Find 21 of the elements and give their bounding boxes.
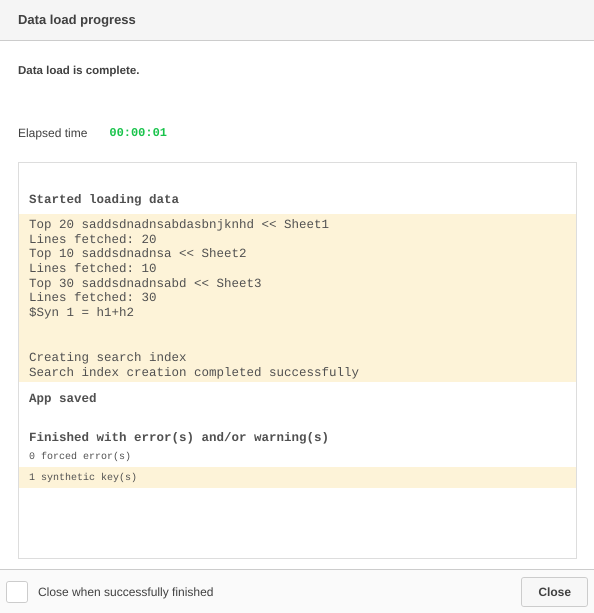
log-line: App saved (29, 392, 98, 407)
log-line: Finished with error(s) and/or warning(s) (29, 430, 330, 446)
log-line: Search index creation completed successfully (29, 366, 360, 380)
elapsed-value: 00:00:01 (109, 125, 167, 142)
log-line: Top 10 saddsdnadnsa << Sheet2 (29, 247, 248, 262)
log-line: Lines fetched: 30 (29, 291, 158, 306)
log-line: Creating search index (29, 350, 188, 366)
dialog-title: Data load progress (0, 0, 594, 41)
log-line: Top 30 saddsdnadnsabd << Sheet3 (29, 276, 263, 292)
log-line: 0 forced error(s) (29, 450, 132, 465)
log-line: Started loading data (29, 193, 180, 208)
log-line: 1 synthetic key(s) (29, 472, 138, 486)
checkbox-label: Close when successfully finished (38, 584, 214, 600)
log-line: Top 20 saddsdnadnsabdasbnjknhd << Sheet1 (29, 218, 330, 233)
close-button[interactable]: Close (521, 576, 588, 606)
status-message: Data load is complete. (18, 64, 140, 79)
log-line: Lines fetched: 20 (29, 232, 158, 248)
checkbox[interactable] (6, 580, 28, 602)
log-line: Lines fetched: 10 (29, 262, 158, 277)
log-line: $Syn 1 = h1+h2 (29, 306, 136, 321)
elapsed-label: Elapsed time (18, 125, 88, 142)
